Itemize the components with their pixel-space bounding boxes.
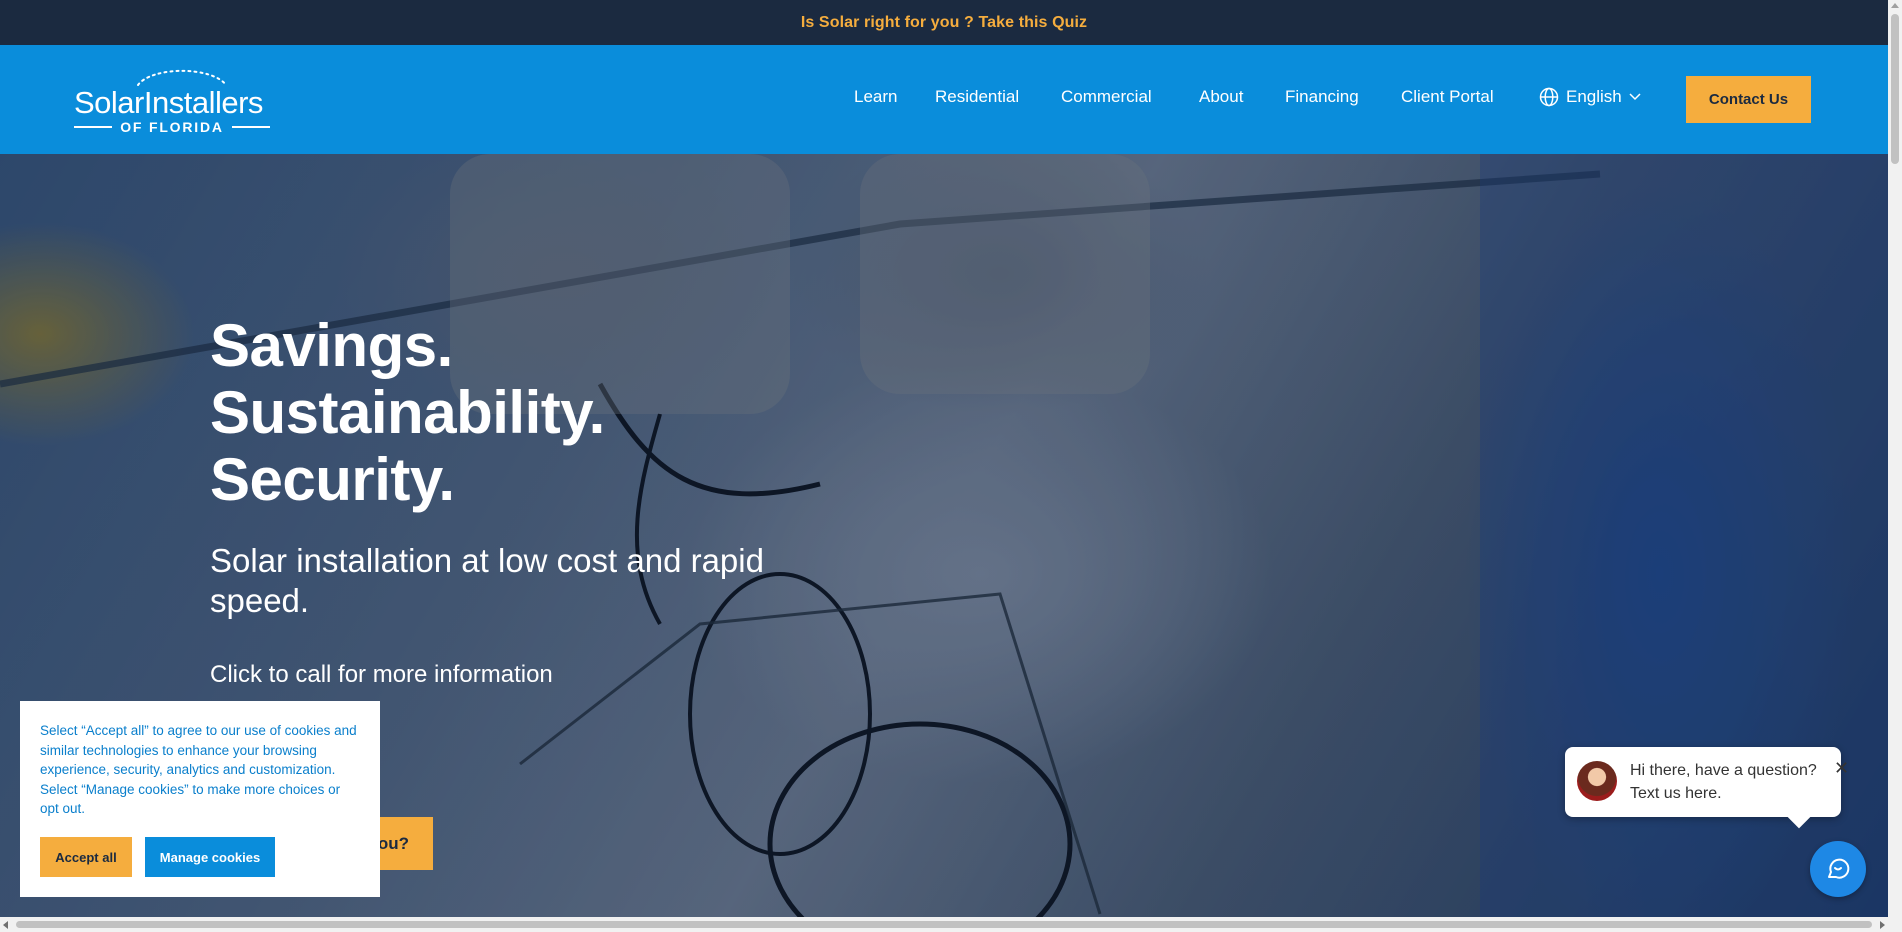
headline-line-security: Security.: [210, 446, 455, 513]
chat-icon: [1828, 858, 1850, 879]
globe-icon: [1539, 87, 1559, 107]
agent-avatar: [1577, 761, 1617, 801]
cookie-banner: Select “Accept all” to agree to our use …: [20, 701, 380, 897]
chat-prompt-text: Hi there, have a question? Text us here.: [1630, 759, 1817, 805]
nav-client-portal[interactable]: Client Portal: [1401, 87, 1494, 107]
manage-cookies-button[interactable]: Manage cookies: [145, 837, 275, 877]
chat-prompt-bubble[interactable]: Hi there, have a question? Text us here.: [1565, 747, 1841, 817]
accept-all-button[interactable]: Accept all: [40, 837, 132, 877]
headline-line-sustainability: Sustainability.: [210, 379, 605, 446]
nav-commercial[interactable]: Commercial: [1061, 87, 1152, 107]
chevron-down-icon: [1629, 93, 1641, 101]
hero-subheadline: Solar installation at low cost and rapid…: [210, 542, 764, 619]
contact-us-button[interactable]: Contact Us: [1686, 76, 1811, 123]
chat-line-1: Hi there, have a question?: [1630, 762, 1817, 779]
click-to-call-link[interactable]: Click to call for more information: [210, 661, 553, 689]
horizontal-scrollbar[interactable]: [0, 917, 1902, 932]
language-label: English: [1566, 87, 1622, 106]
scroll-up-arrow-icon[interactable]: [1891, 3, 1899, 8]
chat-launcher-button[interactable]: [1810, 841, 1866, 897]
nav-residential[interactable]: Residential: [935, 87, 1019, 107]
scroll-left-arrow-icon[interactable]: [3, 921, 8, 929]
nav-about[interactable]: About: [1199, 87, 1243, 107]
vertical-scroll-thumb[interactable]: [1891, 14, 1899, 164]
language-selector[interactable]: English: [1539, 87, 1641, 107]
hero-headline: Savings. Sustainability. Security.: [210, 312, 605, 513]
chat-line-2: Text us here.: [1630, 785, 1722, 802]
announcement-bar: Is Solar right for you ? Take this Quiz: [0, 0, 1888, 45]
logo-wordmark: SolarInstallers: [74, 85, 263, 120]
nav-financing[interactable]: Financing: [1285, 87, 1359, 107]
vertical-scrollbar[interactable]: [1888, 0, 1902, 917]
horizontal-scroll-thumb[interactable]: [16, 921, 1872, 928]
headline-line-savings: Savings.: [210, 312, 453, 379]
cookie-message: Select “Accept all” to agree to our use …: [40, 723, 357, 816]
site-header: SolarInstallers OF FLORIDA Learn Residen…: [0, 45, 1888, 154]
nav-learn[interactable]: Learn: [854, 87, 897, 107]
sun-arc-icon: [137, 69, 227, 86]
logo-subtitle: OF FLORIDA: [74, 119, 271, 135]
scroll-right-arrow-icon[interactable]: [1880, 921, 1885, 929]
close-icon[interactable]: ✕: [1834, 758, 1849, 779]
logo-subtitle-text: OF FLORIDA: [120, 119, 224, 135]
quiz-link[interactable]: Is Solar right for you ? Take this Quiz: [801, 14, 1087, 32]
site-logo[interactable]: SolarInstallers OF FLORIDA: [74, 63, 272, 137]
